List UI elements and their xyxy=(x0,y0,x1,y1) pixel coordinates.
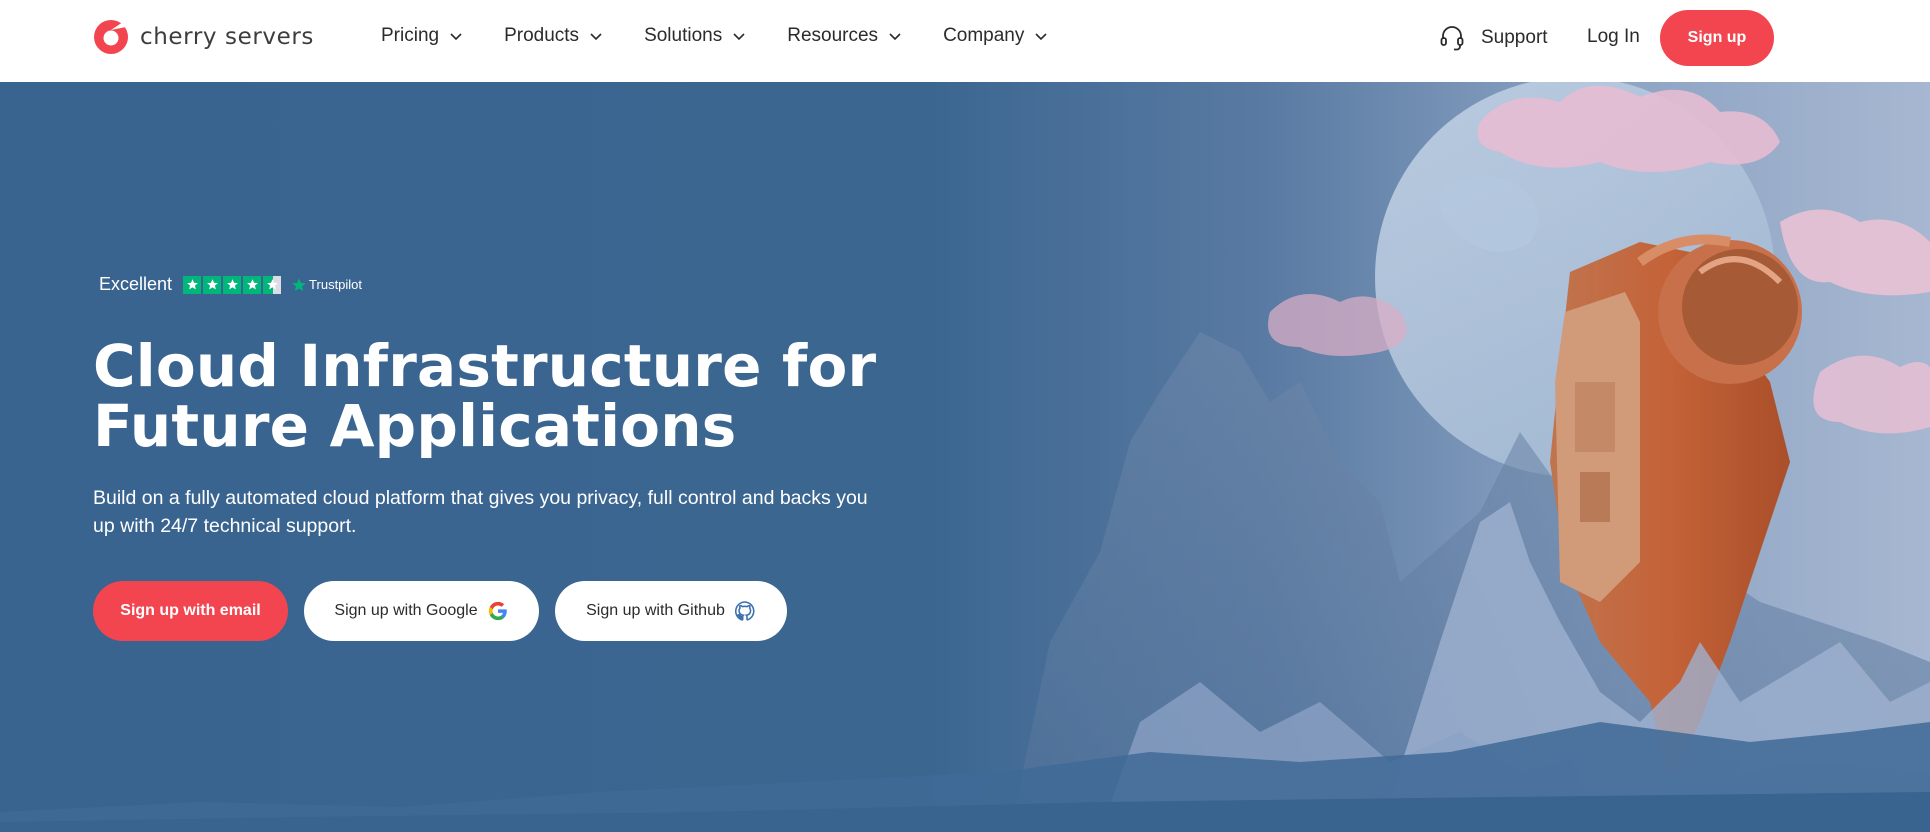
nav-resources[interactable]: Resources xyxy=(787,25,902,47)
signup-options: Sign up with email Sign up with Google S… xyxy=(93,581,803,641)
trustpilot-label: Trustpilot xyxy=(309,277,363,292)
logo-link[interactable]: cherry servers xyxy=(93,18,314,56)
chevron-down-icon xyxy=(733,33,745,41)
nav-label: Products xyxy=(504,25,580,46)
star-icon xyxy=(183,275,202,294)
trustpilot-logo: Trustpilot xyxy=(291,277,362,293)
nav-solutions[interactable]: Solutions xyxy=(644,25,746,47)
nav-label: Pricing xyxy=(381,25,440,46)
headset-icon xyxy=(1440,26,1464,51)
rating-label: Excellent xyxy=(99,274,173,294)
nav-label: Solutions xyxy=(644,25,723,46)
nav-label: Company xyxy=(943,25,1025,46)
site-header: cherry servers Pricing Products Solution… xyxy=(0,0,1930,82)
github-icon xyxy=(734,601,755,621)
star-icon xyxy=(243,275,262,294)
hero-subtext: Build on a fully automated cloud platfor… xyxy=(93,484,943,540)
cherry-logo-icon xyxy=(94,20,128,54)
subtext-line-2: up with 24/7 technical support. xyxy=(93,515,357,537)
support-link[interactable]: Support xyxy=(1438,24,1548,52)
main-nav: Pricing Products Solutions Resources Com… xyxy=(381,25,1089,47)
star-icon xyxy=(223,275,242,294)
star-rating xyxy=(183,275,283,294)
button-label: Sign up with Github xyxy=(586,602,725,619)
signup-google-button[interactable]: Sign up with Google xyxy=(304,581,539,641)
hero-section: Excellent Trustpilot Cloud Infrastructur… xyxy=(0,82,1930,832)
star-half-icon xyxy=(263,275,282,294)
nav-label: Resources xyxy=(787,25,879,46)
headline-line-1: Cloud Infrastructure for xyxy=(93,332,877,400)
signup-button[interactable]: Sign up xyxy=(1660,10,1774,66)
support-label: Support xyxy=(1481,27,1548,48)
button-label: Sign up with Google xyxy=(334,602,478,619)
google-icon xyxy=(488,601,507,621)
star-icon xyxy=(292,277,306,291)
nav-company[interactable]: Company xyxy=(943,25,1048,47)
signup-github-button[interactable]: Sign up with Github xyxy=(555,581,787,641)
chevron-down-icon xyxy=(590,33,602,41)
chevron-down-icon xyxy=(889,33,901,41)
headline-line-2: Future Applications xyxy=(93,392,737,460)
subtext-line-1: Build on a fully automated cloud platfor… xyxy=(93,487,868,509)
chevron-down-icon xyxy=(1035,33,1047,41)
logo-text: cherry servers xyxy=(140,24,314,50)
nav-products[interactable]: Products xyxy=(504,25,603,47)
hero-headline: Cloud Infrastructure for Future Applicat… xyxy=(93,336,993,456)
login-link[interactable]: Log In xyxy=(1587,26,1640,48)
button-label: Sign up with email xyxy=(120,602,261,619)
star-icon xyxy=(203,275,222,294)
nav-pricing[interactable]: Pricing xyxy=(381,25,463,47)
trustpilot-rating[interactable]: Excellent Trustpilot xyxy=(99,274,362,295)
signup-email-button[interactable]: Sign up with email xyxy=(93,581,288,641)
chevron-down-icon xyxy=(450,33,462,41)
